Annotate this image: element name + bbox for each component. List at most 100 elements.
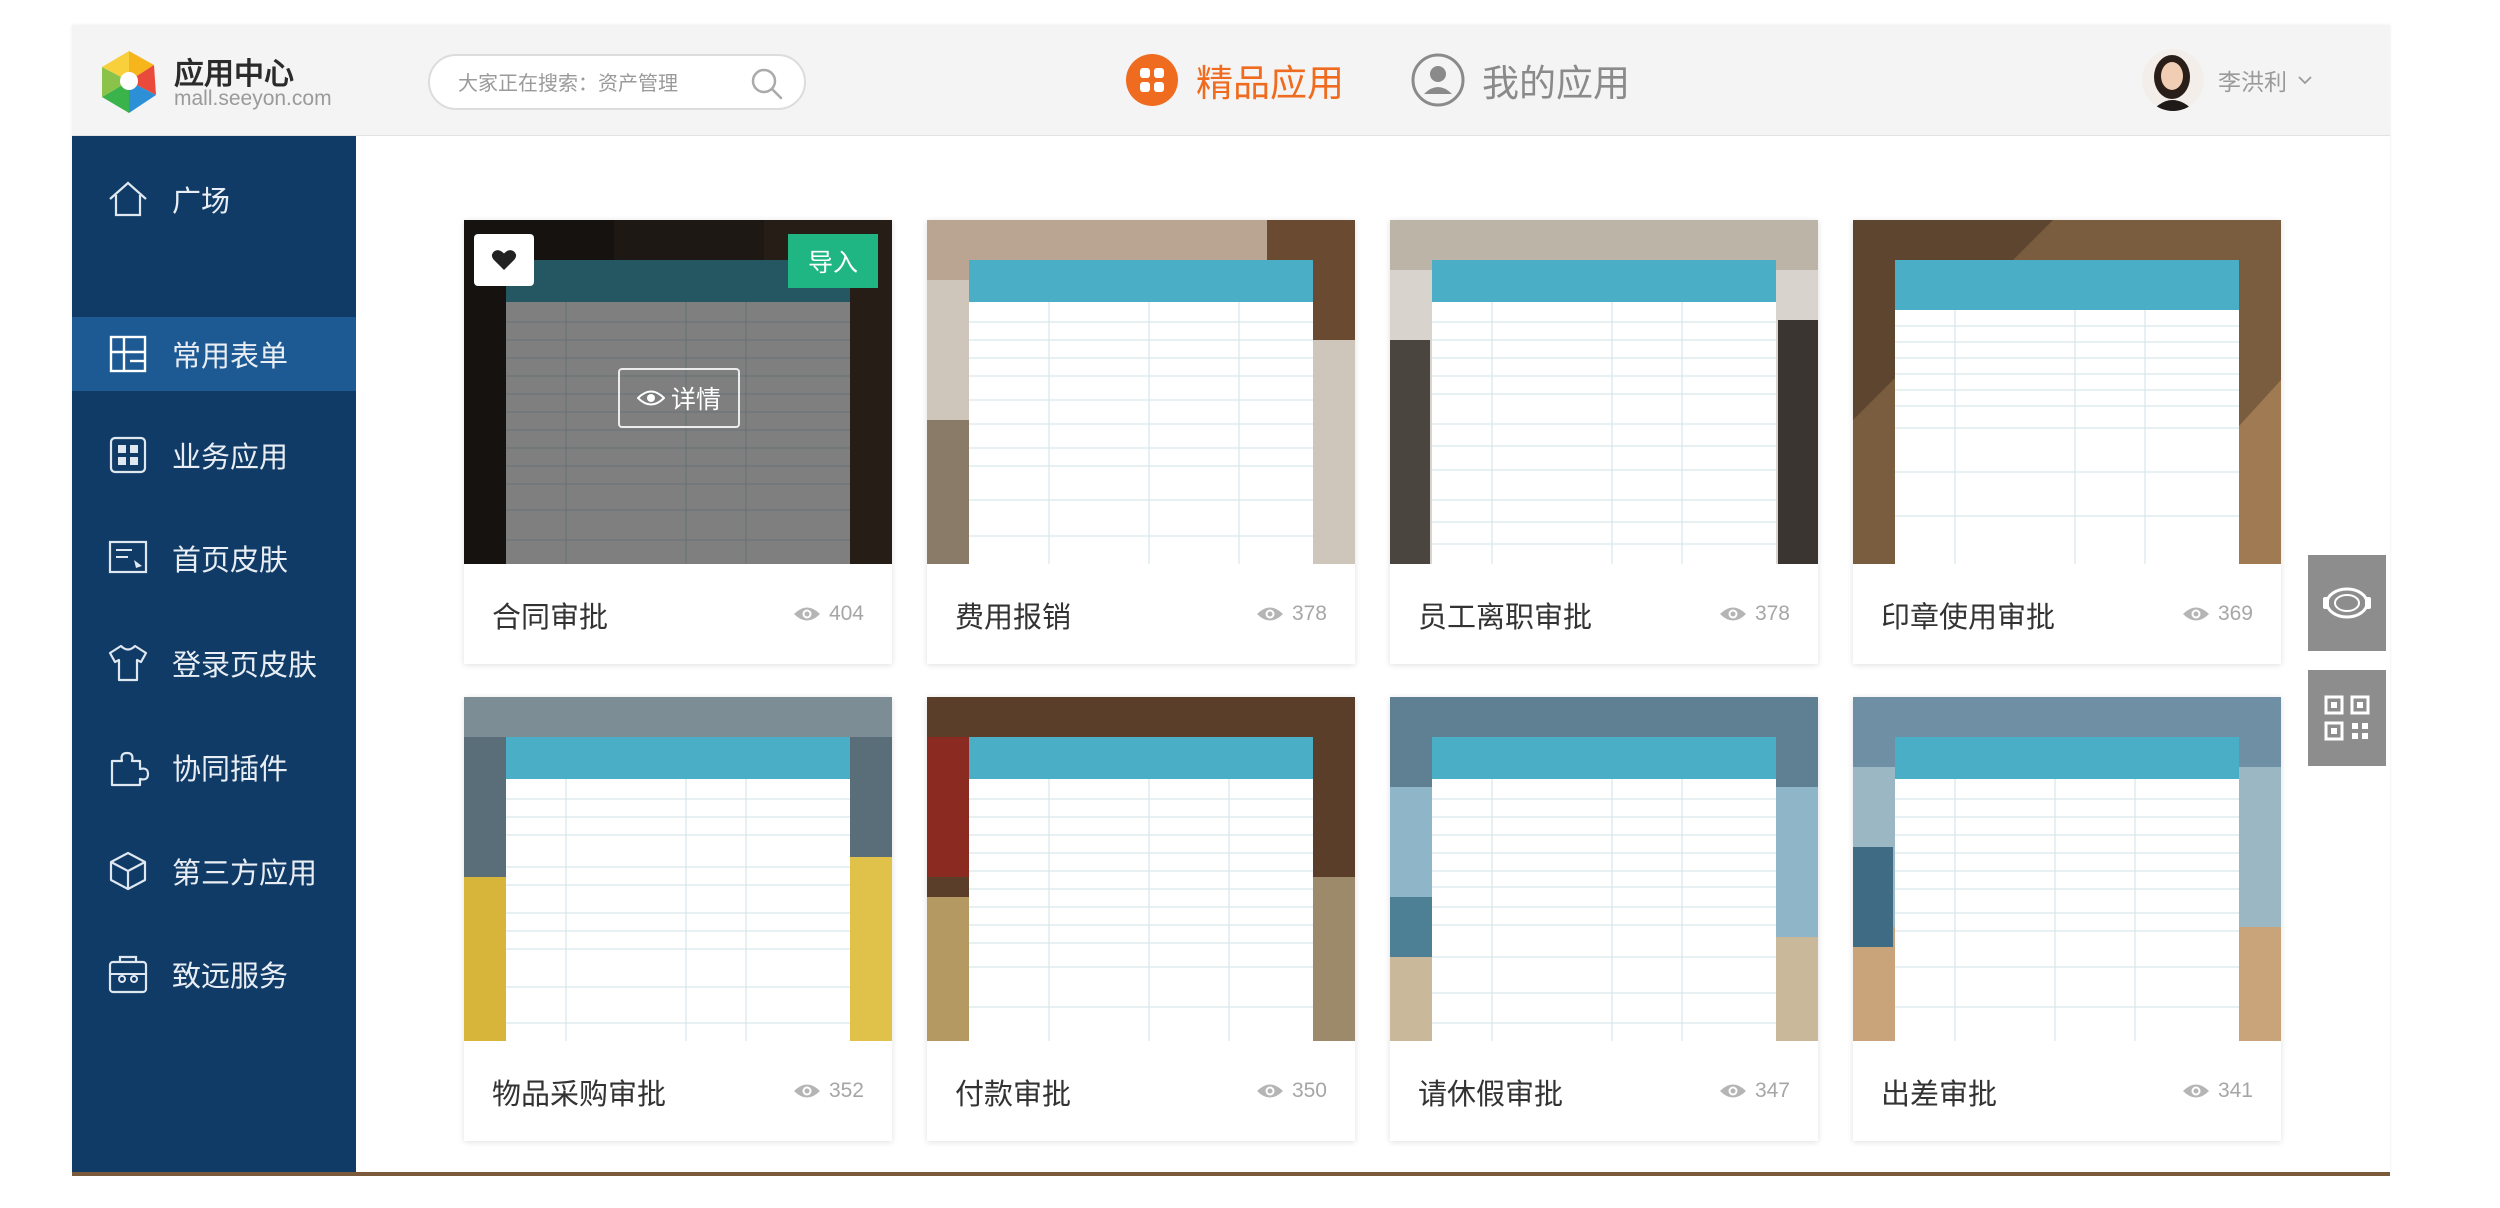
card-title: 物品采购审批 [492,1077,667,1111]
sidebar-item-home-skin[interactable]: 首页皮肤 [72,521,356,595]
sidebar-item-label: 常用表单 [172,339,289,373]
view-count: 378 [1719,602,1790,626]
eye-icon [793,607,820,621]
sidebar-item-label: 协同插件 [172,752,289,786]
card-footer: 出差审批 341 [1853,1041,2281,1141]
eye-icon [636,390,665,406]
app-card[interactable]: 出差审批 341 [1853,697,2281,1141]
sidebar-item-label: 第三方应用 [172,856,318,890]
sidebar-item-seeyon-service[interactable]: 致远服务 [72,937,356,1011]
view-count: 350 [1256,1079,1327,1103]
view-count-value: 352 [828,1079,864,1102]
card-title: 出差审批 [1881,1077,1998,1111]
sidebar-item-label: 业务应用 [172,440,289,474]
customer-service-button[interactable] [2308,555,2386,651]
tshirt-icon [108,644,148,682]
card-thumbnail [1390,220,1818,564]
eye-icon [1719,1084,1746,1098]
view-count-value: 347 [1754,1079,1790,1102]
headset-icon [2323,587,2371,619]
eye-icon [1256,607,1283,621]
service-box-icon [108,955,148,994]
form-icon [109,335,147,373]
app-card[interactable]: 付款审批 350 [927,697,1355,1141]
card-footer: 合同审批 404 [464,564,892,664]
tab-featured-apps[interactable]: 精品应用 [1124,45,1344,115]
sidebar: 广场 常用表单 业务应用 首页皮肤 登录页皮肤 协同插件 第三方应用 致远服务 [72,136,356,1172]
favorite-button[interactable] [474,234,534,286]
sidebar-item-third-party[interactable]: 第三方应用 [72,834,356,908]
app-center-logo[interactable]: 应用中心 mall.seeyon.com [94,47,334,117]
view-count: 347 [1719,1079,1790,1103]
detail-label: 详情 [670,385,721,414]
qr-code-icon [2324,695,2370,741]
sidebar-item-login-skin[interactable]: 登录页皮肤 [72,626,356,700]
card-footer: 请休假审批 347 [1390,1041,1818,1141]
view-count-value: 404 [828,602,864,625]
card-thumbnail [927,220,1355,564]
eye-icon [2182,1084,2209,1098]
view-count-value: 341 [2217,1079,2253,1102]
card-title: 印章使用审批 [1881,600,2056,634]
tab-featured-label: 精品应用 [1196,62,1344,105]
top-header: 应用中心 mall.seeyon.com 精品应用 [72,25,2390,136]
card-title: 合同审批 [492,600,609,634]
eye-icon [2182,607,2209,621]
view-count: 378 [1256,602,1327,626]
card-thumbnail [927,697,1355,1041]
sidebar-item-label: 致远服务 [172,959,289,993]
app-card[interactable]: 请休假审批 347 [1390,697,1818,1141]
card-title: 付款审批 [955,1077,1072,1111]
search-box [428,54,806,110]
card-footer: 员工离职审批 378 [1390,564,1818,664]
sidebar-item-plaza[interactable]: 广场 [72,162,356,236]
detail-button[interactable]: 详情 [618,368,740,428]
card-thumbnail [1853,697,2281,1041]
grid-apps-icon [109,436,147,474]
featured-apps-icon [1126,54,1178,106]
card-footer: 付款审批 350 [927,1041,1355,1141]
home-icon [109,181,147,217]
tab-my-apps[interactable]: 我的应用 [1410,45,1630,115]
sidebar-item-label: 广场 [172,184,231,218]
sidebar-item-common-forms[interactable]: 常用表单 [72,317,356,391]
card-title: 费用报销 [955,600,1072,634]
card-thumbnail [1390,697,1818,1041]
card-footer: 费用报销 378 [927,564,1355,664]
logo-mark-icon [102,51,156,113]
view-count-value: 350 [1291,1079,1327,1102]
user-name: 李洪利 [2218,70,2287,96]
card-thumbnail: 导入 详情 [464,220,892,564]
bottom-border [72,1172,2390,1176]
card-footer: 物品采购审批 352 [464,1041,892,1141]
heart-icon [491,250,517,270]
logo-subtitle: mall.seeyon.com [174,87,332,110]
view-count-value: 378 [1754,602,1790,625]
user-menu[interactable]: 李洪利 [2142,45,2313,115]
app-card[interactable]: 导入 详情 合同审批 404 [464,220,892,664]
tab-my-apps-label: 我的应用 [1482,62,1630,105]
app-card[interactable]: 费用报销 378 [927,220,1355,664]
app-card[interactable]: 印章使用审批 369 [1853,220,2281,664]
eye-icon [793,1084,820,1098]
app-card[interactable]: 员工离职审批 378 [1390,220,1818,664]
sidebar-item-plugins[interactable]: 协同插件 [72,730,356,804]
app-card[interactable]: 物品采购审批 352 [464,697,892,1141]
sidebar-item-label: 首页皮肤 [172,543,289,577]
view-count-value: 369 [2217,602,2253,625]
card-title: 请休假审批 [1418,1077,1564,1111]
view-count: 369 [2182,602,2253,626]
cube-icon [109,851,147,891]
search-icon[interactable] [750,67,784,101]
app-window: 应用中心 mall.seeyon.com 精品应用 [72,25,2390,1172]
search-input[interactable] [456,66,740,100]
view-count: 352 [793,1079,864,1103]
card-title: 员工离职审批 [1418,600,1593,634]
sidebar-item-business-apps[interactable]: 业务应用 [72,418,356,492]
avatar [2142,49,2204,111]
puzzle-icon [110,751,150,787]
card-footer: 印章使用审批 369 [1853,564,2281,664]
import-button[interactable]: 导入 [788,234,878,288]
qr-code-button[interactable] [2308,670,2386,766]
eye-icon [1719,607,1746,621]
